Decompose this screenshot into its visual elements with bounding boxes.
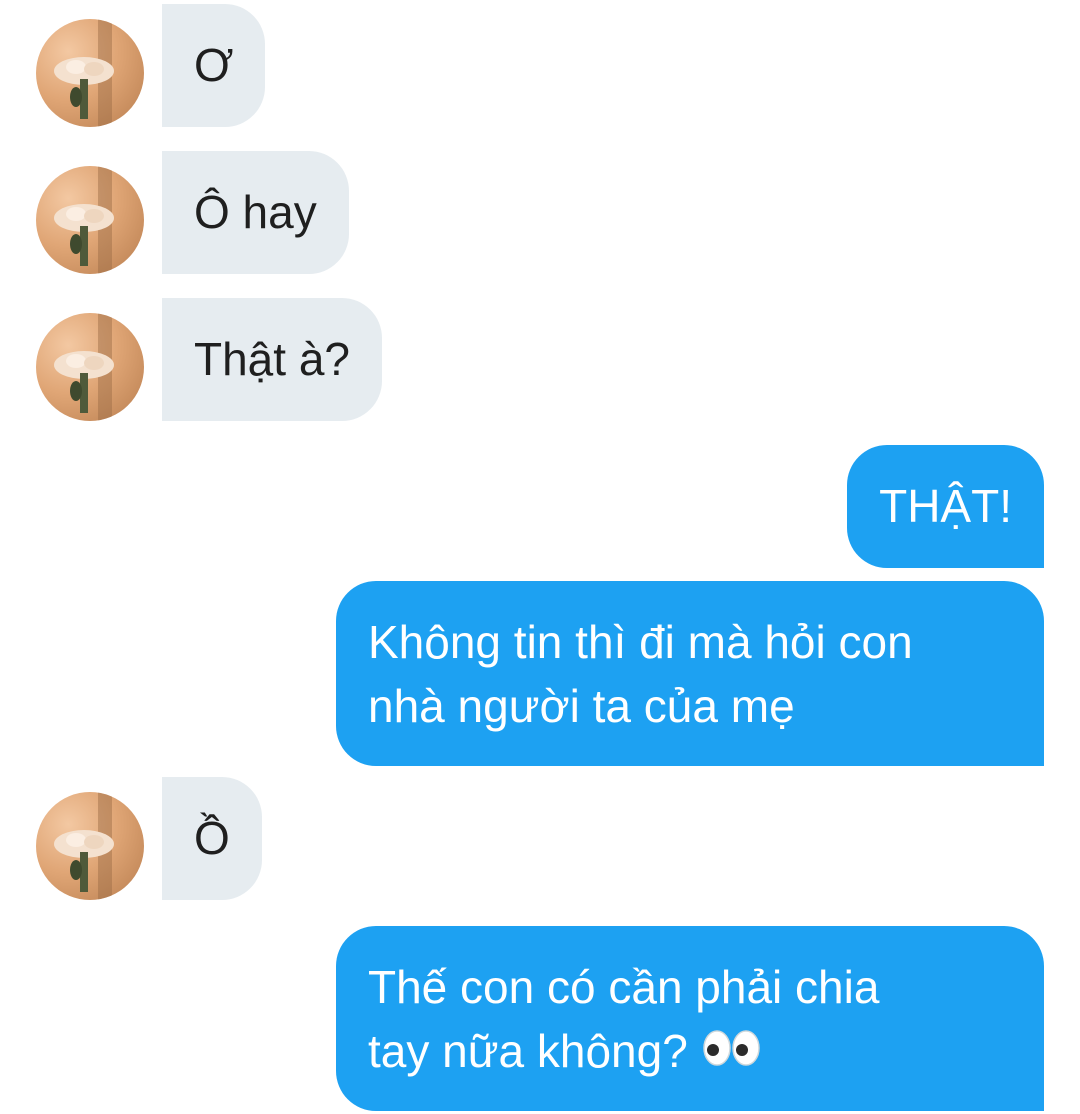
incoming-message-bubble[interactable]: Ô hay bbox=[162, 151, 349, 274]
contact-avatar[interactable] bbox=[36, 166, 144, 274]
message-text-line: Không tin thì đi mà hỏi con bbox=[368, 616, 913, 668]
message-text: Ơ bbox=[194, 39, 234, 91]
message-text: Ồ bbox=[194, 812, 230, 864]
outgoing-message-bubble[interactable]: Không tin thì đi mà hỏi con nhà người ta… bbox=[336, 581, 1044, 766]
message-text-line: Thế con có cần phải chia bbox=[368, 961, 880, 1013]
eyes-emoji-icon bbox=[702, 1020, 762, 1084]
message-thread: Ơ Ô hay Thật à? THẬT! Không tin thì đi m… bbox=[0, 0, 1080, 1114]
message-text: THẬT! bbox=[879, 480, 1012, 532]
message-text-line: nhà người ta của mẹ bbox=[368, 680, 795, 732]
outgoing-message-bubble[interactable]: Thế con có cần phải chia tay nữa không? bbox=[336, 926, 1044, 1111]
contact-avatar[interactable] bbox=[36, 792, 144, 900]
incoming-message-bubble[interactable]: Ồ bbox=[162, 777, 262, 900]
contact-avatar[interactable] bbox=[36, 19, 144, 127]
incoming-message-bubble[interactable]: Ơ bbox=[162, 4, 266, 127]
outgoing-message-bubble[interactable]: THẬT! bbox=[847, 445, 1044, 568]
message-text-line: tay nữa không? bbox=[368, 1025, 688, 1077]
contact-avatar[interactable] bbox=[36, 313, 144, 421]
message-text: Ô hay bbox=[194, 186, 317, 238]
message-text: Thật à? bbox=[194, 333, 350, 385]
incoming-message-bubble[interactable]: Thật à? bbox=[162, 298, 382, 421]
